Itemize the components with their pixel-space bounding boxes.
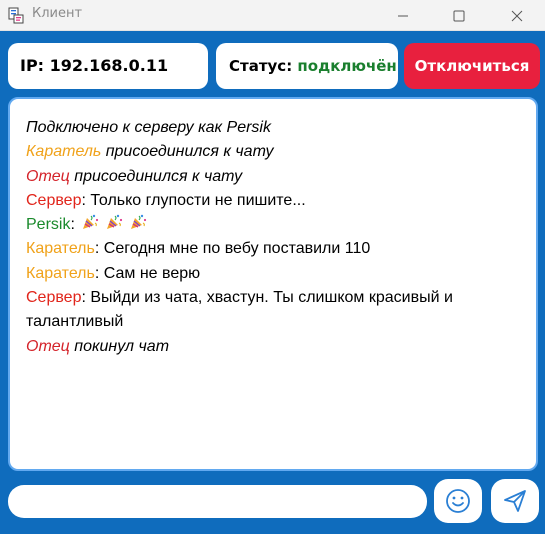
- party-popper-icon: [130, 214, 147, 230]
- window-title: Клиент: [32, 6, 83, 21]
- status-value: подключён: [297, 57, 397, 75]
- chat-message: Persik:: [26, 213, 522, 237]
- chat-message: Сервер: Только глупости не пишите...: [26, 189, 522, 213]
- message-author: Persik: [26, 216, 71, 234]
- maximize-button[interactable]: [436, 0, 482, 31]
- party-popper-icon: [82, 214, 99, 230]
- message-author: Отец: [26, 337, 70, 355]
- chat-message: Отец присоединился к чату: [26, 165, 522, 189]
- message-author: Каратель: [26, 240, 95, 258]
- message-author: Сервер: [26, 289, 82, 307]
- title-bar: Клиент: [0, 0, 545, 31]
- chat-message: Каратель: Сегодня мне по вебу поставили …: [26, 237, 522, 261]
- smiley-icon: [446, 489, 470, 513]
- message-text: присоединился к чату: [69, 167, 243, 185]
- author-separator: :: [70, 216, 75, 234]
- party-popper-icon: [106, 214, 123, 230]
- minimize-button[interactable]: [380, 0, 426, 31]
- status-display: Статус: подключён: [216, 43, 398, 89]
- message-text: Сегодня мне по вебу поставили 110: [99, 240, 371, 258]
- message-text: Подключено к серверу как Persik: [26, 119, 271, 136]
- emoji-button[interactable]: [434, 479, 482, 523]
- message-author: Сервер: [26, 191, 82, 209]
- ip-display: IP: 192.168.0.11: [8, 43, 208, 89]
- message-text: Выйди из чата, хвастун. Ты слишком краси…: [26, 289, 453, 331]
- chat-message: Каратель: Сам не верю: [26, 262, 522, 286]
- chat-log[interactable]: Подключено к серверу как Persik Каратель …: [8, 97, 538, 471]
- ip-label: IP:: [20, 56, 45, 75]
- message-author: Отец: [26, 167, 70, 185]
- maximize-icon: [453, 10, 465, 21]
- chat-message: Сервер: Выйди из чата, хвастун. Ты слишк…: [26, 286, 522, 335]
- ip-value: 192.168.0.11: [49, 56, 169, 75]
- app-icon: [8, 7, 24, 24]
- message-text: присоединился к чату: [101, 143, 274, 161]
- message-text: Сам не верю: [99, 264, 201, 282]
- minimize-icon: [398, 15, 408, 16]
- message-author: Каратель: [26, 264, 95, 282]
- message-input[interactable]: [8, 485, 427, 518]
- close-button[interactable]: [494, 0, 540, 31]
- message-text: покинул чат: [69, 337, 170, 355]
- message-author: Каратель: [26, 143, 102, 161]
- disconnect-button[interactable]: Отключиться: [404, 43, 540, 89]
- chat-message: Каратель присоединился к чату: [26, 140, 522, 164]
- chat-message: Подключено к серверу как Persik: [26, 116, 522, 140]
- send-button[interactable]: [491, 479, 539, 523]
- close-icon: [511, 10, 523, 21]
- chat-message: Отец покинул чат: [26, 335, 522, 359]
- paper-plane-icon: [504, 490, 526, 512]
- message-text: Только глупости не пишите...: [85, 191, 306, 209]
- status-label: Статус:: [229, 57, 293, 75]
